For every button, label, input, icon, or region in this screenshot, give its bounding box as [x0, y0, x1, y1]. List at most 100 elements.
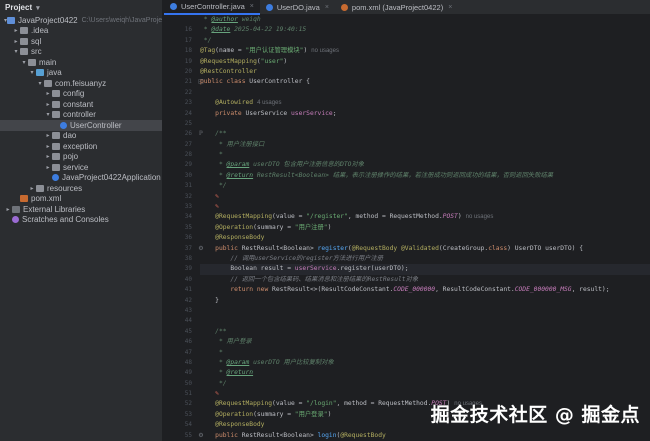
code-line[interactable]: public RestResult<Boolean> register(@Req… — [200, 244, 650, 254]
chevron-right-icon[interactable]: ▸ — [28, 185, 36, 192]
code-line[interactable]: return new RestResult<>(ResultCodeConsta… — [200, 285, 650, 295]
code-line[interactable]: * @return — [200, 368, 650, 378]
code-line[interactable]: * @param userDTO 用户比较复制对象 — [200, 358, 650, 368]
code-line[interactable] — [200, 306, 650, 316]
code-line[interactable]: ✎ — [200, 192, 650, 202]
tree-item[interactable]: ▾ JavaProject0422 C:\Users\weiqh\JavaProje… — [0, 15, 162, 26]
line-number: 52 — [184, 400, 192, 408]
tree-item[interactable]: ▸ sql — [0, 36, 162, 47]
code-line[interactable]: * 用户登录 — [200, 337, 650, 347]
line-number: 17 — [184, 36, 192, 44]
code-line[interactable]: @RestController — [200, 67, 650, 77]
code-line[interactable] — [200, 316, 650, 326]
code-line[interactable]: */ — [200, 36, 650, 46]
tree-item[interactable]: JavaProject0422Application — [0, 173, 162, 184]
chevron-down-icon[interactable]: ▾ — [44, 111, 52, 118]
code-line[interactable]: * @date 2025-04-22 19:40:15 — [200, 25, 650, 35]
chevron-right-icon[interactable]: ▸ — [12, 38, 20, 45]
code-line[interactable]: ✎ — [200, 202, 650, 212]
line-number: 16 — [184, 26, 192, 34]
chevron-right-icon[interactable]: ▸ — [44, 132, 52, 139]
close-icon[interactable]: × — [448, 4, 452, 11]
code-line[interactable]: } — [200, 296, 650, 306]
code-line[interactable]: public RestResult<Boolean> login(@Reques… — [200, 431, 650, 441]
code-line[interactable]: /** — [200, 129, 650, 139]
tree-item[interactable]: ▾ controller — [0, 110, 162, 121]
code-line[interactable]: @ResponseBody — [200, 233, 650, 243]
tree-item[interactable]: ▸ pojo — [0, 152, 162, 163]
chevron-right-icon[interactable]: ▸ — [44, 153, 52, 160]
chevron-right-icon[interactable]: ▸ — [44, 143, 52, 150]
code-line[interactable]: * @author weiqh — [200, 15, 650, 25]
chevron-right-icon[interactable]: ▸ — [44, 90, 52, 97]
folder-icon — [20, 37, 28, 45]
tree-item[interactable]: ▸ service — [0, 162, 162, 173]
tree-item[interactable]: ▾ main — [0, 57, 162, 68]
chevron-right-icon[interactable]: ▸ — [44, 101, 52, 108]
line-number: 37 — [184, 244, 192, 252]
code-line[interactable]: * @return RestResult<Boolean> 结果，表示注册操作的… — [200, 171, 650, 181]
code-line[interactable]: /** — [200, 327, 650, 337]
pkg-icon — [44, 79, 52, 87]
code-editor[interactable]: 16 17 18 19 20 21 22 23 24 25 26 27 28 29 30 31 32 33 34 35… — [164, 15, 650, 441]
code-line[interactable] — [200, 119, 650, 129]
watermark: 掘金技术社区 @ 掘金点 — [430, 404, 640, 426]
code-line[interactable]: public class UserController { — [200, 77, 650, 87]
tree-item-label: main — [39, 57, 57, 67]
tree-item[interactable]: ▸ exception — [0, 141, 162, 152]
editor-tab[interactable]: UserDO.java × — [260, 0, 335, 15]
tree-item[interactable]: ▸ dao — [0, 131, 162, 142]
chevron-down-icon[interactable]: ▾ — [12, 48, 20, 55]
code-line[interactable]: @RequestMapping("user") — [200, 57, 650, 67]
code-line[interactable] — [200, 88, 650, 98]
tree-item[interactable]: ▸ resources — [0, 183, 162, 194]
tree-item[interactable]: ▾ java — [0, 68, 162, 79]
tree-item-label: constant — [63, 99, 94, 109]
close-icon[interactable]: × — [325, 4, 329, 11]
editor-tab[interactable]: pom.xml (JavaProject0422) × — [335, 0, 458, 15]
code-line[interactable]: @Autowired 4 usages — [200, 98, 650, 108]
code-line[interactable]: Boolean result = userService.register(us… — [200, 264, 650, 275]
chevron-down-icon[interactable]: ▾ — [20, 59, 28, 66]
chevron-down-icon[interactable]: ▾ — [36, 4, 40, 12]
close-icon[interactable]: × — [250, 3, 254, 10]
class-icon — [52, 174, 59, 182]
chevron-right-icon[interactable]: ▸ — [4, 206, 12, 213]
line-number: 43 — [184, 306, 192, 314]
chevron-down-icon[interactable]: ▾ — [36, 80, 44, 87]
chevron-right-icon[interactable]: ▸ — [44, 164, 52, 171]
tree-item[interactable]: ▸ External Libraries — [0, 204, 162, 215]
code-line[interactable]: // 返回一个包含结果码、结果消息和注册结果的RestResult对象 — [200, 275, 650, 285]
chevron-down-icon[interactable]: ▾ — [28, 69, 36, 76]
code-line[interactable]: @Operation(summary = "用户注册") — [200, 223, 650, 233]
line-number: 27 — [184, 140, 192, 148]
code-line[interactable]: * @param userDTO 包含用户注册信息的DTO对象 — [200, 160, 650, 170]
code-line[interactable]: ✎ — [200, 389, 650, 399]
tree-item[interactable]: ▸ constant — [0, 99, 162, 110]
project-header[interactable]: Project ▾ — [0, 0, 162, 15]
code-line[interactable]: // 调用userService的register方法进行用户注册 — [200, 254, 650, 264]
code-line[interactable]: */ — [200, 379, 650, 389]
tree-item[interactable]: Scratches and Consoles — [0, 215, 162, 226]
code-line[interactable]: * 用户注册接口 — [200, 140, 650, 150]
code-line[interactable]: * — [200, 348, 650, 358]
code-line[interactable]: @Tag(name = "用户认证管理模块") no usages — [200, 46, 650, 56]
tree-item[interactable]: ▸ config — [0, 89, 162, 100]
tree-item[interactable]: ▾ com.feisuanyz — [0, 78, 162, 89]
tree-item-label: com.feisuanyz — [55, 78, 107, 88]
code-line[interactable]: private UserService userService; — [200, 109, 650, 119]
tree-item[interactable]: pom.xml — [0, 194, 162, 205]
code-line[interactable]: * — [200, 150, 650, 160]
editor-tab[interactable]: UserController.java × — [164, 0, 260, 15]
tree-item[interactable]: UserController — [0, 120, 162, 131]
code-line[interactable]: */ — [200, 181, 650, 191]
tree-item[interactable]: ▸ .idea — [0, 26, 162, 37]
chevron-right-icon[interactable]: ▸ — [12, 27, 20, 34]
line-number: 33 — [184, 203, 192, 211]
tree-item[interactable]: ▾ src — [0, 47, 162, 58]
line-number: 42 — [184, 296, 192, 304]
line-number: 53 — [184, 410, 192, 418]
line-number: 35 — [184, 223, 192, 231]
code-line[interactable]: @RequestMapping(value = "/register", met… — [200, 212, 650, 222]
code-area[interactable]: * @author weiqh * @date 2025-04-22 19:40… — [200, 15, 650, 441]
